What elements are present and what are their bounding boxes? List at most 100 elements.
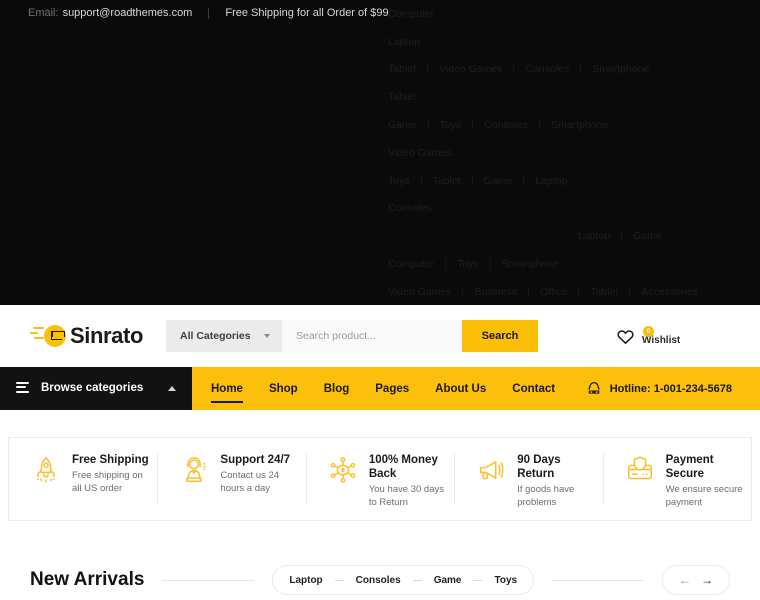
mega-menu-row: Computer — [388, 0, 760, 28]
nav-links: Home Shop Blog Pages About Us Contact — [211, 367, 581, 410]
search-input[interactable] — [282, 320, 462, 352]
tab-consoles[interactable]: Consoles — [356, 575, 401, 586]
category-select[interactable]: All Categories — [166, 320, 282, 352]
tab-game[interactable]: Game — [434, 575, 462, 586]
nav-link-shop[interactable]: Shop — [269, 367, 298, 410]
menu-separator — [462, 287, 463, 297]
divider-rule-right — [552, 580, 644, 581]
features-strip: Free ShippingFree shipping on all US ord… — [8, 437, 752, 521]
mega-menu-item[interactable]: Laptop — [535, 175, 567, 187]
logo-text: Sinrato — [70, 323, 143, 349]
feature-item: Support 24/7 Contact us 24 hours a day — [157, 453, 305, 505]
menu-separator — [621, 231, 622, 241]
menu-separator — [490, 259, 491, 269]
mega-menu-item[interactable]: Tablet — [590, 286, 618, 298]
new-arrivals-header: New Arrivals Laptop Consoles Game Toys ← → — [0, 559, 760, 600]
email-value[interactable]: support@roadthemes.com — [63, 7, 193, 19]
main-navbar: Browse categories Home Shop Blog Pages About… — [0, 367, 760, 410]
mega-menu-item[interactable]: Game — [484, 175, 513, 187]
mega-menu-item[interactable]: Tablet — [388, 63, 416, 75]
mega-menu-item[interactable]: Video Games — [439, 63, 502, 75]
menu-separator — [629, 287, 630, 297]
mega-menu-item[interactable]: Toys — [440, 119, 462, 131]
menu-separator — [421, 176, 422, 186]
feature-subtitle: We ensure secure payment — [666, 484, 743, 509]
mega-menu-item[interactable]: Business — [474, 286, 517, 298]
mega-menu-item[interactable]: Toys — [457, 258, 479, 270]
mega-menu-item[interactable]: Smartphone — [551, 119, 608, 131]
features-section: Free ShippingFree shipping on all US ord… — [0, 410, 760, 521]
tab-laptop[interactable]: Laptop — [289, 575, 322, 586]
wishlist-link[interactable]: 0 Wishlist — [616, 327, 680, 346]
mega-menu-item[interactable]: Laptop — [578, 230, 610, 242]
nav-link-about-us[interactable]: About Us — [435, 367, 486, 410]
mega-menu-item[interactable]: Laptop — [388, 36, 420, 48]
feature-title: 90 Days Return — [517, 453, 594, 481]
feature-subtitle: If goods have problems — [517, 484, 594, 509]
menu-separator — [428, 120, 429, 130]
feature-item: Free ShippingFree shipping on all US ord… — [9, 453, 157, 505]
mega-menu-item[interactable]: Computer — [388, 258, 434, 270]
mega-menu-item[interactable]: Tablet — [433, 175, 461, 187]
logo[interactable]: Sinrato — [30, 323, 143, 349]
search-button[interactable]: Search — [462, 320, 538, 352]
menu-separator — [539, 120, 540, 130]
feature-title: Support 24/7 — [220, 453, 297, 467]
tab-separator — [413, 580, 422, 581]
feature-item: Payment SecureWe ensure secure payment — [603, 453, 751, 505]
nav-link-pages[interactable]: Pages — [375, 367, 409, 410]
mega-menu-row: Game Toys Consoles Smartphone — [388, 111, 760, 139]
mega-menu-item[interactable]: Toys — [388, 175, 410, 187]
money-network-icon — [328, 455, 358, 485]
support-agent-icon — [179, 455, 209, 485]
feature-subtitle: You have 30 days to Return — [369, 484, 446, 509]
menu-separator — [472, 176, 473, 186]
logo-circle — [44, 325, 66, 347]
mega-menu-row: Consoles — [388, 195, 760, 223]
feature-title: 100% Money Back — [369, 453, 446, 481]
topbar-divider — [208, 8, 209, 19]
feature-item: 100% Money BackYou have 30 days to Retur… — [306, 453, 454, 505]
feature-subtitle: Contact us 24 hours a day — [220, 470, 297, 495]
mega-menu-item[interactable]: Game — [633, 230, 662, 242]
mega-menu-row: Video Games — [388, 139, 760, 167]
mega-menu-item[interactable]: Consoles — [484, 119, 528, 131]
menu-separator — [427, 64, 428, 74]
speed-lines-icon — [30, 327, 44, 341]
prev-arrow-icon[interactable]: ← — [674, 574, 696, 586]
secure-card-icon — [625, 455, 655, 485]
topbar-info: Email: support@roadthemes.com Free Shipp… — [28, 7, 389, 19]
mega-menu-item[interactable]: Video Games — [388, 147, 451, 159]
next-arrow-icon[interactable]: → — [696, 574, 718, 586]
mega-menu-item[interactable]: Tablet — [388, 91, 416, 103]
mega-menu-item[interactable]: Smartphone — [592, 63, 649, 75]
mega-menu-item[interactable]: Computer — [388, 8, 434, 20]
nav-link-contact[interactable]: Contact — [512, 367, 555, 410]
mega-menu-item[interactable]: Consoles — [388, 202, 432, 214]
site-header: Sinrato All Categories Search 0 Wishlist — [0, 305, 760, 367]
nav-link-blog[interactable]: Blog — [324, 367, 350, 410]
menu-separator — [580, 64, 581, 74]
mega-menu-row: Tablet Video Games Consoles Smartphone — [388, 56, 760, 84]
email-label: Email: — [28, 7, 59, 19]
tab-toys[interactable]: Toys — [494, 575, 517, 586]
category-select-label: All Categories — [180, 330, 251, 342]
mega-menu-item[interactable]: Video Games — [388, 286, 451, 298]
carousel-arrows: ← → — [662, 565, 730, 595]
mega-menu-item[interactable]: Game — [388, 119, 417, 131]
mega-menu-row: Computer Toys Smartphone — [388, 250, 760, 278]
menu-separator — [445, 259, 446, 269]
mega-menu-item[interactable]: Consoles — [525, 63, 569, 75]
browse-categories-button[interactable]: Browse categories — [0, 367, 192, 410]
mega-menu-row: Tablet — [388, 83, 760, 111]
cart-speed-icon — [30, 323, 66, 349]
chevron-down-icon — [264, 334, 270, 338]
hotline[interactable]: Hotline: 1-001-234-5678 — [587, 367, 732, 410]
section-title: New Arrivals — [30, 569, 144, 591]
menu-separator — [528, 287, 529, 297]
mega-menu-item[interactable]: Office — [540, 286, 567, 298]
nav-link-home[interactable]: Home — [211, 367, 243, 410]
mega-menu-row: Laptop — [388, 28, 760, 56]
mega-menu-item[interactable]: Accessories — [641, 286, 698, 298]
mega-menu-item[interactable]: Smartphone — [502, 258, 559, 270]
